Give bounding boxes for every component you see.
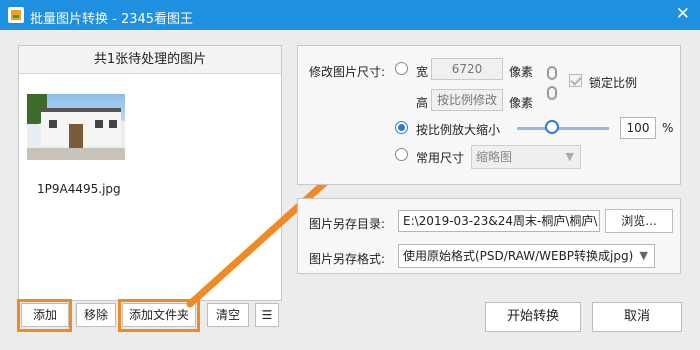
close-icon[interactable]: ✕ bbox=[676, 4, 690, 24]
file-name: 1P9A4495.jpg bbox=[37, 182, 121, 196]
scale-label: 按比例放大缩小 bbox=[416, 123, 501, 137]
common-size-select[interactable]: 缩略图 ▼ bbox=[471, 145, 581, 169]
add-button-highlight bbox=[17, 299, 72, 332]
lock-ratio-label: 锁定比例 bbox=[589, 76, 638, 90]
remove-button[interactable]: 移除 bbox=[76, 303, 116, 327]
width-field[interactable]: 6720 bbox=[431, 58, 503, 80]
common-size-value: 缩略图 bbox=[476, 150, 513, 164]
title-bar: 批量图片转换 - 2345看图王 ✕ bbox=[0, 0, 700, 30]
output-format-select[interactable]: 使用原始格式(PSD/RAW/WEBP转换成jpg) ▼ bbox=[398, 244, 655, 268]
height-unit: 像素 bbox=[509, 96, 534, 110]
list-view-icon[interactable]: ☰ bbox=[255, 303, 279, 327]
output-dir-field[interactable]: E:\2019-03-23&24周末-桐庐\桐庐\ bbox=[398, 210, 600, 232]
image-thumbnail[interactable] bbox=[27, 94, 125, 160]
file-list-panel: 共1张待处理的图片 1P9A4495.jpg bbox=[18, 45, 282, 301]
cancel-button[interactable]: 取消 bbox=[592, 302, 682, 332]
start-convert-button[interactable]: 开始转换 bbox=[485, 302, 581, 332]
chain-link-icon bbox=[545, 64, 559, 102]
file-count-header: 共1张待处理的图片 bbox=[19, 46, 281, 74]
scale-percent-field[interactable]: 100 bbox=[620, 117, 656, 139]
clear-button[interactable]: 清空 bbox=[207, 303, 249, 327]
width-label: 宽 bbox=[416, 65, 429, 79]
scale-slider-thumb[interactable] bbox=[545, 120, 559, 134]
output-format-value: 使用原始格式(PSD/RAW/WEBP转换成jpg) bbox=[403, 249, 634, 263]
window-title: 批量图片转换 - 2345看图王 bbox=[30, 12, 194, 27]
height-label: 高 bbox=[416, 96, 429, 110]
height-field[interactable]: 按比例修改 bbox=[431, 89, 503, 111]
scale-slider-track[interactable] bbox=[517, 127, 609, 130]
lock-ratio-checkbox[interactable] bbox=[569, 74, 582, 87]
output-dir-label: 图片另存目录: bbox=[309, 217, 386, 231]
chevron-down-icon: ▼ bbox=[565, 150, 574, 163]
scale-radio[interactable] bbox=[395, 121, 408, 134]
common-size-radio[interactable] bbox=[395, 148, 408, 161]
chevron-down-icon: ▼ bbox=[639, 249, 648, 262]
browse-button[interactable]: 浏览... bbox=[605, 209, 673, 233]
scale-percent-unit: % bbox=[662, 121, 674, 135]
width-unit: 像素 bbox=[509, 65, 534, 79]
common-size-label: 常用尺寸 bbox=[416, 151, 465, 165]
app-image-icon bbox=[8, 7, 24, 23]
width-radio[interactable] bbox=[395, 62, 408, 75]
add-folder-highlight bbox=[118, 299, 200, 332]
resize-label: 修改图片尺寸: bbox=[309, 65, 386, 79]
output-format-label: 图片另存格式: bbox=[309, 252, 386, 266]
